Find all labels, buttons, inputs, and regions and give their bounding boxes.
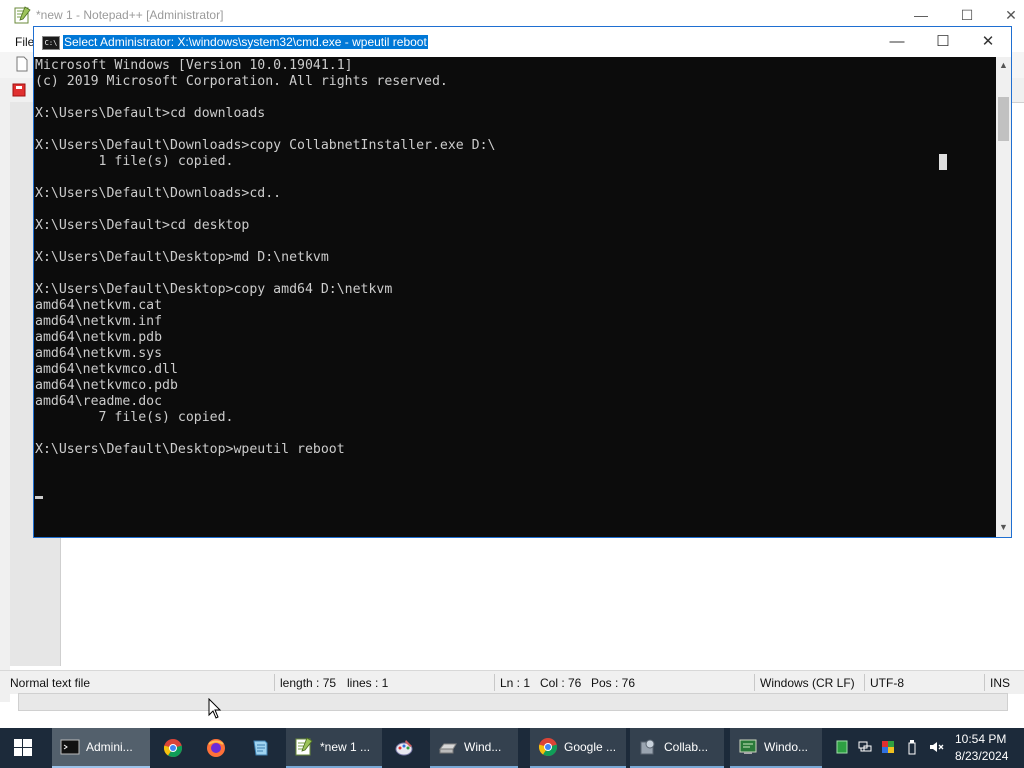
taskbar-notepadpp[interactable]: *new 1 ... xyxy=(286,728,382,768)
notepadpp-icon xyxy=(295,737,313,756)
status-pos: Pos : 76 xyxy=(591,676,636,690)
scroll-down-arrow-icon[interactable]: ▼ xyxy=(996,519,1011,536)
clock-date[interactable]: 8/23/2024 xyxy=(955,749,1008,763)
installer-icon xyxy=(640,739,655,755)
chrome-icon[interactable] xyxy=(163,738,183,758)
unsaved-tab-icon[interactable] xyxy=(12,83,26,97)
taskbar-label: *new 1 ... xyxy=(320,740,371,754)
cmd-maximize-button[interactable]: ☐ xyxy=(920,27,966,57)
selection-block-cursor xyxy=(939,154,947,170)
mouse-pointer-icon xyxy=(208,698,222,719)
taskbar-chrome[interactable]: Google ... xyxy=(530,728,626,768)
drive-icon xyxy=(438,743,457,754)
notepad-icon[interactable] xyxy=(250,738,270,758)
clock-time[interactable]: 10:54 PM xyxy=(955,732,1006,746)
scroll-thumb[interactable] xyxy=(998,97,1009,141)
windows-setup-icon xyxy=(739,739,757,754)
chrome-icon xyxy=(538,738,558,757)
cmd-titlebar[interactable]: C:\ Select Administrator: X:\windows\sys… xyxy=(34,27,1011,57)
cmd-text-cursor xyxy=(35,496,43,499)
status-divider xyxy=(494,674,495,691)
notepad-maximize-button[interactable]: ☐ xyxy=(952,4,982,26)
menu-file[interactable]: File xyxy=(15,35,34,49)
taskbar-cmd[interactable]: Admini... xyxy=(52,728,150,768)
status-insert-mode: INS xyxy=(990,676,1011,690)
cmd-minimize-button[interactable]: — xyxy=(874,27,920,57)
status-length: length : 75 xyxy=(280,676,337,690)
notepad-minimize-button[interactable]: — xyxy=(906,4,936,26)
cmd-title: Select Administrator: X:\windows\system3… xyxy=(63,35,428,49)
firefox-icon[interactable] xyxy=(206,738,226,758)
color-app-tray-icon[interactable] xyxy=(880,739,896,755)
taskbar-label: Google ... xyxy=(564,740,617,754)
status-file-type: Normal text file xyxy=(10,676,91,690)
status-divider xyxy=(754,674,755,691)
cmd-icon xyxy=(60,739,80,755)
status-encoding: UTF-8 xyxy=(870,676,904,690)
notepad-title: *new 1 - Notepad++ [Administrator] xyxy=(36,8,224,22)
windows-logo-icon xyxy=(14,739,32,756)
cmd-icon: C:\ xyxy=(42,36,60,50)
status-divider xyxy=(274,674,275,691)
cmd-console[interactable]: Microsoft Windows [Version 10.0.19041.1]… xyxy=(35,58,995,538)
cmd-output: Microsoft Windows [Version 10.0.19041.1]… xyxy=(35,58,496,457)
taskbar-label: Collab... xyxy=(664,740,709,754)
volume-muted-icon[interactable] xyxy=(928,739,944,755)
taskbar-drive[interactable]: Wind... xyxy=(430,728,518,768)
notepad-close-button[interactable]: ✕ xyxy=(996,4,1024,26)
start-button[interactable] xyxy=(0,728,48,768)
taskbar-windows-setup[interactable]: Windo... xyxy=(730,728,822,768)
notepad-bottom-strip xyxy=(18,693,1008,711)
status-eol: Windows (CR LF) xyxy=(760,676,855,690)
status-col: Col : 76 xyxy=(540,676,582,690)
status-ln: Ln : 1 xyxy=(500,676,531,690)
taskbar-label: Wind... xyxy=(464,740,502,754)
status-divider xyxy=(864,674,865,691)
cmd-scrollbar[interactable]: ▲ ▼ xyxy=(996,57,1011,537)
notepad-statusbar: Normal text file length : 75 lines : 1 L… xyxy=(0,670,1024,694)
notepad-left-edge xyxy=(0,102,10,702)
usb-device-icon[interactable] xyxy=(904,739,920,755)
taskbar-label: Admini... xyxy=(86,740,133,754)
status-divider xyxy=(984,674,985,691)
taskbar-label: Windo... xyxy=(764,740,809,754)
cmd-window: C:\ Select Administrator: X:\windows\sys… xyxy=(33,26,1012,538)
notepadpp-icon xyxy=(14,6,31,24)
taskbar: Admini... *new 1 ... Wind... Google ... … xyxy=(0,728,1024,768)
cmd-close-button[interactable]: ✕ xyxy=(965,27,1011,57)
new-file-icon[interactable] xyxy=(14,56,30,72)
status-lines: lines : 1 xyxy=(347,676,389,690)
taskbar-collabnet[interactable]: Collab... xyxy=(630,728,724,768)
scroll-up-arrow-icon[interactable]: ▲ xyxy=(996,57,1011,74)
network-icon[interactable] xyxy=(857,739,873,755)
paint-icon[interactable] xyxy=(394,738,414,758)
green-app-tray-icon[interactable] xyxy=(834,739,850,755)
